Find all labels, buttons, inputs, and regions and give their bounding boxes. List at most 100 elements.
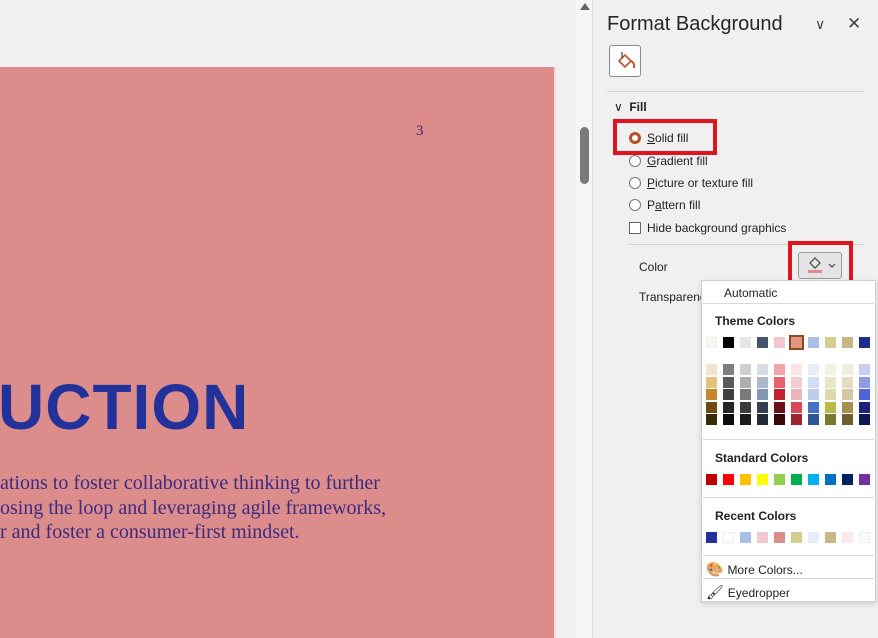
recent-color-swatch[interactable] bbox=[825, 532, 836, 543]
theme-shade-swatch[interactable] bbox=[723, 414, 734, 425]
radio[interactable] bbox=[629, 155, 641, 167]
fill-tab[interactable] bbox=[609, 45, 641, 77]
theme-shade-swatch[interactable] bbox=[723, 376, 734, 388]
recent-color-swatch[interactable] bbox=[774, 532, 785, 543]
recent-color-swatch[interactable] bbox=[808, 532, 819, 543]
theme-shade-swatch[interactable] bbox=[723, 401, 734, 413]
theme-shade-swatch[interactable] bbox=[808, 376, 819, 388]
checkbox[interactable] bbox=[629, 222, 641, 234]
scroll-up-icon[interactable] bbox=[580, 3, 590, 10]
theme-shade-swatch[interactable] bbox=[825, 376, 836, 388]
theme-shade-swatch[interactable] bbox=[706, 401, 717, 413]
theme-shade-swatch[interactable] bbox=[825, 401, 836, 413]
theme-color-swatch[interactable] bbox=[774, 337, 785, 348]
standard-color-swatch[interactable] bbox=[791, 474, 802, 485]
slide-body[interactable]: ations to foster collaborative thinking … bbox=[0, 471, 386, 545]
theme-shade-swatch[interactable] bbox=[842, 364, 853, 375]
theme-shade-swatch[interactable] bbox=[740, 364, 751, 375]
theme-shade-swatch[interactable] bbox=[774, 414, 785, 425]
theme-shade-swatch[interactable] bbox=[706, 376, 717, 388]
theme-shade-swatch[interactable] bbox=[740, 401, 751, 413]
radio[interactable] bbox=[629, 199, 641, 211]
theme-shade-swatch[interactable] bbox=[757, 364, 768, 375]
theme-color-swatch[interactable] bbox=[808, 337, 819, 348]
theme-shade-swatch[interactable] bbox=[791, 389, 802, 400]
theme-shade-swatch[interactable] bbox=[808, 389, 819, 400]
theme-shade-swatch[interactable] bbox=[774, 401, 785, 413]
theme-shade-swatch[interactable] bbox=[791, 376, 802, 388]
theme-shade-swatch[interactable] bbox=[859, 414, 870, 425]
theme-shade-swatch[interactable] bbox=[842, 376, 853, 388]
theme-shade-swatch[interactable] bbox=[774, 364, 785, 375]
more-colors-option[interactable]: 🎨 More Colors... bbox=[706, 561, 878, 578]
theme-shade-swatch[interactable] bbox=[757, 389, 768, 400]
scroll-thumb[interactable] bbox=[580, 127, 589, 184]
theme-color-swatch[interactable] bbox=[789, 335, 804, 350]
picture-fill-radio[interactable]: Picture or texture fill bbox=[629, 176, 753, 190]
standard-color-swatch[interactable] bbox=[740, 474, 751, 485]
theme-shade-swatch[interactable] bbox=[859, 376, 870, 388]
theme-shade-swatch[interactable] bbox=[842, 389, 853, 400]
pattern-fill-radio[interactable]: Pattern fill bbox=[629, 198, 700, 212]
standard-color-swatch[interactable] bbox=[774, 474, 785, 485]
theme-shade-swatch[interactable] bbox=[774, 376, 785, 388]
standard-color-swatch[interactable] bbox=[825, 474, 836, 485]
recent-color-swatch[interactable] bbox=[791, 532, 802, 543]
theme-shade-swatch[interactable] bbox=[757, 401, 768, 413]
theme-shade-swatch[interactable] bbox=[842, 414, 853, 425]
recent-color-swatch[interactable] bbox=[757, 532, 768, 543]
theme-shade-swatch[interactable] bbox=[825, 414, 836, 425]
theme-shade-swatch[interactable] bbox=[706, 389, 717, 400]
recent-color-swatch[interactable] bbox=[706, 532, 717, 543]
radio[interactable] bbox=[629, 177, 641, 189]
fill-section-header[interactable]: ∨ Fill bbox=[614, 100, 647, 114]
eyedropper-option[interactable]: 🖌 Eyedropper bbox=[706, 584, 878, 601]
theme-shade-swatch[interactable] bbox=[791, 414, 802, 425]
theme-shade-swatch[interactable] bbox=[723, 389, 734, 400]
theme-shade-swatch[interactable] bbox=[808, 414, 819, 425]
recent-color-swatch[interactable] bbox=[723, 532, 734, 543]
theme-shade-swatch[interactable] bbox=[825, 389, 836, 400]
slide[interactable]: 3 UCTION ations to foster collaborative … bbox=[0, 67, 554, 638]
theme-shade-swatch[interactable] bbox=[757, 376, 768, 388]
standard-color-swatch[interactable] bbox=[723, 474, 734, 485]
theme-color-swatch[interactable] bbox=[757, 337, 768, 348]
theme-shade-swatch[interactable] bbox=[706, 414, 717, 425]
theme-shade-swatch[interactable] bbox=[825, 364, 836, 375]
theme-color-swatch[interactable] bbox=[740, 337, 751, 348]
theme-color-swatch[interactable] bbox=[825, 337, 836, 348]
standard-color-swatch[interactable] bbox=[808, 474, 819, 485]
standard-color-swatch[interactable] bbox=[859, 474, 870, 485]
theme-shade-swatch[interactable] bbox=[706, 364, 717, 375]
theme-shade-swatch[interactable] bbox=[740, 389, 751, 400]
theme-shade-swatch[interactable] bbox=[740, 414, 751, 425]
standard-color-swatch[interactable] bbox=[842, 474, 853, 485]
recent-color-swatch[interactable] bbox=[859, 532, 870, 543]
theme-shade-swatch[interactable] bbox=[723, 364, 734, 375]
gradient-fill-radio[interactable]: Gradient fill bbox=[629, 154, 708, 168]
theme-color-swatch[interactable] bbox=[723, 337, 734, 348]
pane-close-button[interactable]: ✕ bbox=[847, 14, 861, 34]
slide-title[interactable]: UCTION bbox=[0, 375, 249, 439]
theme-color-swatch[interactable] bbox=[859, 337, 870, 348]
theme-shade-swatch[interactable] bbox=[740, 376, 751, 388]
theme-color-swatch[interactable] bbox=[706, 337, 717, 348]
theme-shade-swatch[interactable] bbox=[808, 401, 819, 413]
theme-shade-swatch[interactable] bbox=[757, 414, 768, 425]
vertical-scrollbar[interactable] bbox=[576, 0, 593, 638]
theme-color-swatch[interactable] bbox=[842, 337, 853, 348]
theme-shade-swatch[interactable] bbox=[791, 364, 802, 375]
theme-shade-swatch[interactable] bbox=[859, 364, 870, 375]
theme-shade-swatch[interactable] bbox=[791, 401, 802, 413]
theme-shade-swatch[interactable] bbox=[859, 389, 870, 400]
theme-shade-swatch[interactable] bbox=[842, 401, 853, 413]
recent-color-swatch[interactable] bbox=[842, 532, 853, 543]
theme-shade-swatch[interactable] bbox=[774, 389, 785, 400]
recent-color-swatch[interactable] bbox=[740, 532, 751, 543]
hide-background-graphics-checkbox[interactable]: Hide background graphics bbox=[629, 221, 786, 235]
automatic-color-option[interactable]: Automatic bbox=[724, 286, 878, 300]
pane-options-button[interactable]: ∨ bbox=[815, 16, 825, 33]
theme-shade-swatch[interactable] bbox=[859, 401, 870, 413]
standard-color-swatch[interactable] bbox=[757, 474, 768, 485]
standard-color-swatch[interactable] bbox=[706, 474, 717, 485]
